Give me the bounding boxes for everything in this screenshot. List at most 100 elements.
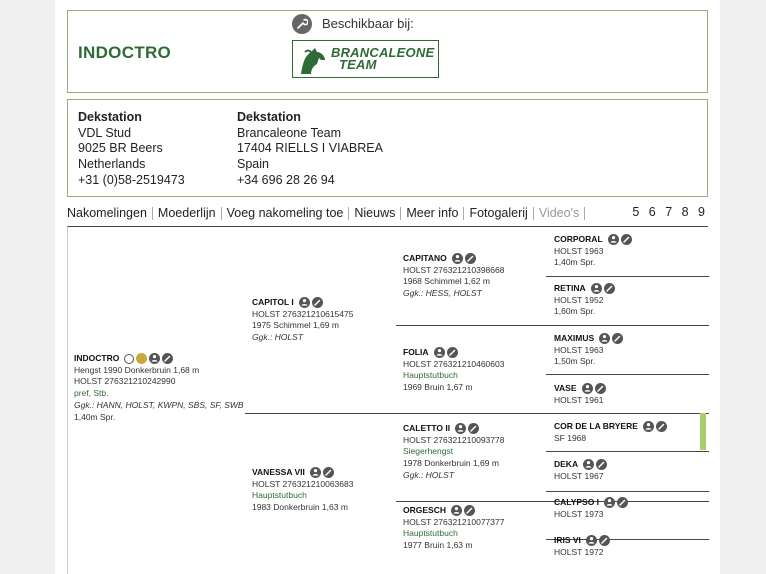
stud-station-1: Dekstation VDL Stud 9025 BR Beers Nether… <box>78 110 185 189</box>
offspring-icon[interactable] <box>585 535 597 547</box>
edit-icon[interactable] <box>464 253 476 265</box>
pedigree-grandparent: CALETTO II HOLST 276321210093778 Siegerh… <box>403 423 504 482</box>
divider <box>546 276 709 277</box>
offspring-icon[interactable] <box>149 353 161 365</box>
edit-icon[interactable] <box>162 353 174 365</box>
grandparent-registration: HOLST 276321210077377 <box>403 516 505 527</box>
edit-icon[interactable] <box>617 497 629 509</box>
station-name: VDL Stud <box>78 125 132 140</box>
great-grandparent-name[interactable]: MAXIMUS <box>554 333 594 345</box>
pedigree-great-grandparent: IRIS VI HOLST 1972 <box>554 535 610 558</box>
great-grandparent-name[interactable]: COR DE LA BRYERE <box>554 421 638 433</box>
great-grandparent-name[interactable]: IRIS VI <box>554 535 581 547</box>
pedigree-great-grandparent: CORPORAL HOLST 1963 1,40m Spr. <box>554 234 632 269</box>
great-grandparent-name[interactable]: CALYPSO I <box>554 497 599 509</box>
pedigree-grandparent: CAPITANO HOLST 276321210398668 1968 Schi… <box>403 253 504 300</box>
offspring-icon[interactable] <box>451 253 463 265</box>
dam-studbook: Hauptstutbuch <box>252 490 307 501</box>
grandparent-predicate: Siegerhengst <box>403 446 454 457</box>
offspring-icon[interactable] <box>450 505 462 517</box>
edit-icon[interactable] <box>594 383 606 395</box>
offspring-icon[interactable] <box>607 234 619 246</box>
brancaleone-logo[interactable]: BRANCALEONE TEAM <box>292 40 439 78</box>
grandparent-name[interactable]: CAPITANO <box>403 253 447 265</box>
edit-icon[interactable] <box>612 333 624 345</box>
tab-news[interactable]: Nieuws <box>349 206 402 220</box>
pedigree-great-grandparent: VASE HOLST 1961 <box>554 383 606 406</box>
pagination[interactable]: 5 6 7 8 9 <box>632 205 708 219</box>
great-grandparent-performance: 1,40m Spr. <box>554 257 596 268</box>
edit-icon[interactable] <box>463 505 475 517</box>
grandparent-details: 1969 Bruin 1,67 m <box>403 382 473 393</box>
great-grandparent-registration: HOLST 1967 <box>554 470 604 481</box>
pedigree-horse: INDOCTRO Hengst 1990 Donkerbruin 1,68 m … <box>74 353 244 423</box>
tab-photo-gallery[interactable]: Fotogalerij <box>464 206 534 220</box>
great-grandparent-registration: HOLST 1961 <box>554 394 604 405</box>
medal-icon <box>136 353 148 365</box>
edit-icon[interactable] <box>620 234 632 246</box>
great-grandparent-name[interactable]: DEKA <box>554 459 578 471</box>
station-country: Netherlands <box>78 157 146 172</box>
offspring-icon[interactable] <box>583 459 595 471</box>
wrench-icon <box>292 14 312 34</box>
offspring-icon[interactable] <box>604 497 616 509</box>
stud-stations: Dekstation VDL Stud 9025 BR Beers Nether… <box>67 99 708 197</box>
great-grandparent-name[interactable]: RETINA <box>554 283 586 295</box>
great-grandparent-performance: 1,60m Spr. <box>554 306 596 317</box>
tab-videos[interactable]: Video's <box>534 206 586 220</box>
great-grandparent-name[interactable]: CORPORAL <box>554 234 603 246</box>
edit-icon[interactable] <box>655 421 667 433</box>
pedigree-great-grandparent: DEKA HOLST 1967 <box>554 459 608 482</box>
pedigree-dam: VANESSA VII HOLST 276321210063683 Haupts… <box>252 467 353 514</box>
offspring-icon[interactable] <box>581 383 593 395</box>
pedigree-grandparent: FOLIA HOLST 276321210460603 Hauptstutbuc… <box>403 347 504 394</box>
grandparent-studbook: Hauptstutbuch <box>403 370 458 381</box>
tab-add-offspring[interactable]: Voeg nakomeling toe <box>222 206 350 220</box>
grandparent-registration: HOLST 276321210398668 <box>403 264 505 275</box>
edit-icon[interactable] <box>322 467 334 479</box>
highlight-bar <box>700 413 706 450</box>
available-label: Beschikbaar bij: <box>322 16 414 31</box>
great-grandparent-name[interactable]: VASE <box>554 383 577 395</box>
pedigree-sire: CAPITOL I HOLST 276321210615475 1975 Sch… <box>252 297 353 344</box>
station-phone[interactable]: +31 (0)58-2519473 <box>78 173 185 189</box>
edit-icon[interactable] <box>596 459 608 471</box>
horse-registration: HOLST 276321210242990 <box>74 376 176 387</box>
edit-icon[interactable] <box>598 535 610 547</box>
horse-predicate: pref, Stb. <box>74 388 109 399</box>
offspring-icon[interactable] <box>433 347 445 359</box>
offspring-icon[interactable] <box>590 283 602 295</box>
stallion-header: INDOCTRO Beschikbaar bij: BRANCALEONE TE… <box>67 10 708 93</box>
tab-bar: Nakomelingen Moederlijn Voeg nakomeling … <box>67 204 708 222</box>
grandparent-name[interactable]: FOLIA <box>403 347 429 359</box>
cross-icon <box>124 353 135 364</box>
offspring-icon[interactable] <box>298 297 310 309</box>
tab-offspring[interactable]: Nakomelingen <box>67 206 153 220</box>
horse-name[interactable]: INDOCTRO <box>74 353 119 365</box>
great-grandparent-registration: HOLST 1973 <box>554 508 604 519</box>
station-phone[interactable]: +34 696 28 26 94 <box>237 173 383 189</box>
edit-icon[interactable] <box>468 423 480 435</box>
divider <box>546 491 709 492</box>
offspring-icon[interactable] <box>309 467 321 479</box>
sire-name[interactable]: CAPITOL I <box>252 297 294 309</box>
offspring-icon[interactable] <box>455 423 467 435</box>
edit-icon[interactable] <box>603 283 615 295</box>
tab-more-info[interactable]: Meer info <box>401 206 465 220</box>
station-name: Brancaleone Team <box>237 125 342 140</box>
offspring-icon[interactable] <box>642 421 654 433</box>
edit-icon[interactable] <box>446 347 458 359</box>
offspring-icon[interactable] <box>599 333 611 345</box>
pedigree-grandparent: ORGESCH HOLST 276321210077377 Hauptstutb… <box>403 505 504 552</box>
sire-approvals: Ggk.: HOLST <box>252 332 304 343</box>
grandparent-registration: HOLST 276321210460603 <box>403 358 505 369</box>
edit-icon[interactable] <box>311 297 323 309</box>
station-address: 17404 RIELLS I VIABREA <box>237 141 383 156</box>
pedigree-great-grandparent: MAXIMUS HOLST 1963 1,50m Spr. <box>554 333 624 368</box>
grandparent-name[interactable]: CALETTO II <box>403 423 450 435</box>
grandparent-approvals: Ggk.: HESS, HOLST <box>403 288 482 299</box>
dam-name[interactable]: VANESSA VII <box>252 467 305 479</box>
tab-dam-line[interactable]: Moederlijn <box>153 206 222 220</box>
grandparent-details: 1978 Donkerbruin 1,69 m <box>403 458 499 469</box>
grandparent-name[interactable]: ORGESCH <box>403 505 446 517</box>
